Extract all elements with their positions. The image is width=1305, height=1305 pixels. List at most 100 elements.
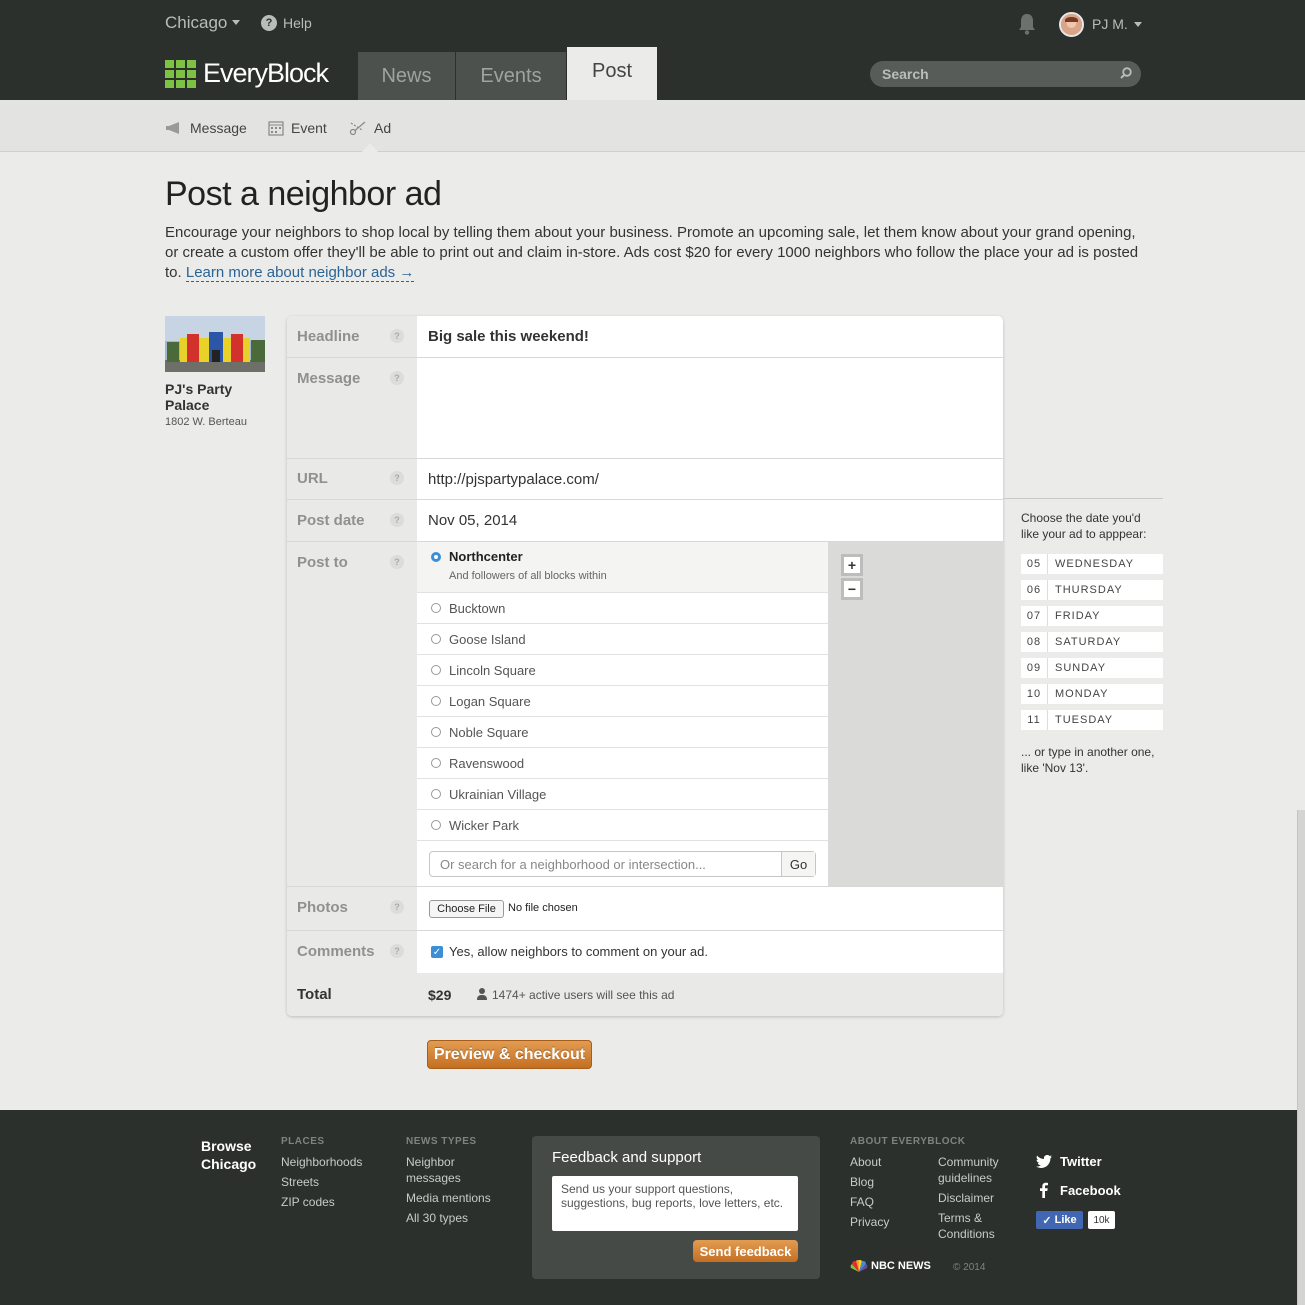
date-option[interactable]: 05 WEDNESDAY <box>1021 554 1163 574</box>
help-icon[interactable]: ? <box>390 944 404 958</box>
hood-name: Goose Island <box>449 631 526 647</box>
tab-events[interactable]: Events <box>456 52 566 100</box>
hood-name: Noble Square <box>449 724 529 740</box>
feedback-box: Feedback and support Send us your suppor… <box>532 1136 820 1279</box>
footer-link-faq[interactable]: FAQ <box>850 1194 874 1210</box>
help-icon[interactable]: ? <box>390 900 404 914</box>
footer-link-streets[interactable]: Streets <box>281 1174 319 1190</box>
radio-icon[interactable] <box>431 603 441 613</box>
user-name: PJ M. <box>1092 16 1128 32</box>
headline-label: Headline <box>297 328 360 345</box>
help-icon[interactable]: ? <box>390 471 404 485</box>
date-option[interactable]: 11 TUESDAY <box>1021 710 1163 730</box>
radio-selected-icon[interactable] <box>431 552 441 562</box>
feedback-textarea[interactable]: Send us your support questions, suggesti… <box>552 1176 798 1231</box>
photos-row: Photos ? <box>287 887 1003 931</box>
twitter-link[interactable]: Twitter <box>1036 1154 1102 1169</box>
help-icon: ? <box>261 15 277 31</box>
facebook-link[interactable]: Facebook <box>1036 1182 1121 1198</box>
url-input[interactable]: http://pjspartypalace.com/ <box>428 471 599 488</box>
radio-icon[interactable] <box>431 758 441 768</box>
help-icon[interactable]: ? <box>390 555 404 569</box>
hood-option-northcenter[interactable]: Northcenter And followers of all blocks … <box>417 542 828 593</box>
tab-post[interactable]: Post <box>567 47 657 100</box>
avatar[interactable] <box>1059 12 1084 37</box>
hood-search-input[interactable]: Or search for a neighborhood or intersec… <box>429 851 816 877</box>
send-feedback-button[interactable]: Send feedback <box>693 1240 798 1262</box>
date-weekday: SUNDAY <box>1055 662 1107 674</box>
hood-option[interactable]: Logan Square <box>417 686 828 717</box>
everyblock-logo[interactable]: EveryBlock <box>165 58 329 89</box>
date-option[interactable]: 09 SUNDAY <box>1021 658 1163 678</box>
post-type-ad[interactable]: Ad <box>349 120 391 136</box>
user-menu[interactable]: PJ M. <box>1092 16 1142 32</box>
choose-file-button[interactable]: Choose File <box>429 900 504 918</box>
search-input[interactable]: Search <box>870 61 1141 87</box>
nbc-news-logo[interactable]: NBC NEWS <box>850 1260 931 1272</box>
hood-option[interactable]: Lincoln Square <box>417 655 828 686</box>
message-label: Message <box>297 370 361 387</box>
footer-link-neighbor-messages[interactable]: Neighbor messages <box>406 1154 476 1186</box>
footer-link-all-types[interactable]: All 30 types <box>406 1210 468 1226</box>
like-count: 10k <box>1088 1211 1115 1229</box>
comments-checkbox[interactable]: ✓ <box>431 946 443 958</box>
headline-input[interactable]: Big sale this weekend! <box>428 328 589 345</box>
footer-link-privacy[interactable]: Privacy <box>850 1214 889 1230</box>
hood-option[interactable]: Ukrainian Village <box>417 779 828 810</box>
date-number: 08 <box>1021 632 1048 652</box>
city-selector[interactable]: Chicago <box>165 13 241 33</box>
search-icon[interactable] <box>1120 67 1132 79</box>
audience-count: 1474+ active users will see this ad <box>492 988 675 1002</box>
hood-name: Northcenter <box>449 549 523 564</box>
preview-checkout-button[interactable]: Preview & checkout <box>427 1040 592 1069</box>
tab-news[interactable]: News <box>358 52 455 100</box>
postdate-input[interactable]: Nov 05, 2014 <box>428 512 517 529</box>
footer-link-media-mentions[interactable]: Media mentions <box>406 1190 491 1206</box>
scissors-icon <box>349 121 366 136</box>
date-option[interactable]: 06 THURSDAY <box>1021 580 1163 600</box>
radio-icon[interactable] <box>431 696 441 706</box>
hood-option[interactable]: Bucktown <box>417 593 828 624</box>
go-button[interactable]: Go <box>781 852 815 876</box>
footer-link-about[interactable]: About <box>850 1154 881 1170</box>
footer-link-zip-codes[interactable]: ZIP codes <box>281 1194 335 1210</box>
date-weekday: SATURDAY <box>1055 636 1122 648</box>
post-type-message[interactable]: Message <box>165 120 247 136</box>
hood-option[interactable]: Noble Square <box>417 717 828 748</box>
radio-icon[interactable] <box>431 634 441 644</box>
feedback-title: Feedback and support <box>552 1149 702 1166</box>
date-option[interactable]: 07 FRIDAY <box>1021 606 1163 626</box>
bell-icon[interactable] <box>1016 12 1038 36</box>
footer-link-community-guidelines[interactable]: Community guidelines <box>938 1154 1018 1186</box>
help-icon[interactable]: ? <box>390 513 404 527</box>
hood-option[interactable]: Wicker Park <box>417 810 828 841</box>
date-option[interactable]: 08 SATURDAY <box>1021 632 1163 652</box>
learn-more-link[interactable]: Learn more about neighbor ads → <box>185 264 415 282</box>
radio-icon[interactable] <box>431 820 441 830</box>
date-option[interactable]: 10 MONDAY <box>1021 684 1163 704</box>
postdate-label: Post date <box>297 512 365 529</box>
hood-option[interactable]: Ravenswood <box>417 748 828 779</box>
footer-link-neighborhoods[interactable]: Neighborhoods <box>281 1154 362 1170</box>
message-textarea[interactable] <box>417 358 1003 458</box>
comments-checkbox-label[interactable]: Yes, allow neighbors to comment on your … <box>449 944 708 959</box>
active-tab-pointer <box>362 143 378 152</box>
facebook-like-button[interactable]: ✓ Like <box>1036 1211 1083 1229</box>
scrollbar[interactable] <box>1297 810 1305 1305</box>
footer-link-terms[interactable]: Terms & Conditions <box>938 1210 1008 1242</box>
zoom-out-button[interactable]: − <box>841 578 863 600</box>
map-panel[interactable]: + − <box>828 542 1003 886</box>
radio-icon[interactable] <box>431 789 441 799</box>
business-name[interactable]: PJ's Party Palace <box>165 381 265 413</box>
help-link[interactable]: ? Help <box>261 15 312 31</box>
radio-icon[interactable] <box>431 727 441 737</box>
help-icon[interactable]: ? <box>390 329 404 343</box>
footer-link-disclaimer[interactable]: Disclaimer <box>938 1190 994 1206</box>
radio-icon[interactable] <box>431 665 441 675</box>
help-icon[interactable]: ? <box>390 371 404 385</box>
post-type-event[interactable]: Event <box>268 120 327 136</box>
zoom-in-button[interactable]: + <box>841 554 863 576</box>
footer-link-blog[interactable]: Blog <box>850 1174 874 1190</box>
hood-option[interactable]: Goose Island <box>417 624 828 655</box>
total-row: Total $29 1474+ active users will see th… <box>287 973 1003 1016</box>
